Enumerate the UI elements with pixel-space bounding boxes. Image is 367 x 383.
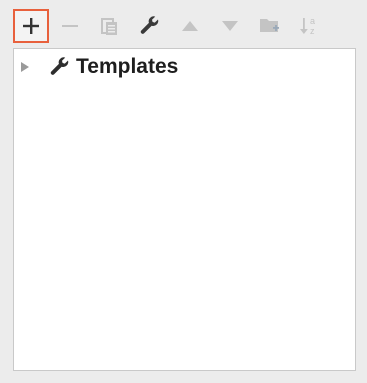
add-button[interactable]	[13, 9, 49, 43]
move-up-button[interactable]	[175, 11, 205, 41]
triangle-up-icon	[181, 19, 199, 33]
sort-button[interactable]: a z	[295, 11, 325, 41]
plus-icon	[22, 17, 40, 35]
triangle-down-icon	[221, 19, 239, 33]
wrench-icon	[139, 15, 161, 37]
templates-panel: a z Templates	[7, 4, 362, 376]
toolbar: a z	[13, 8, 358, 44]
wrench-icon	[48, 55, 72, 79]
tree-item-label: Templates	[76, 55, 179, 78]
remove-button[interactable]	[55, 11, 85, 41]
tree-item-templates[interactable]: Templates	[18, 55, 178, 79]
move-down-button[interactable]	[215, 11, 245, 41]
disclosure-triangle-icon[interactable]	[18, 55, 32, 79]
edit-button[interactable]	[135, 11, 165, 41]
copy-icon	[100, 16, 120, 36]
svg-text:z: z	[310, 26, 315, 36]
folder-add-icon	[259, 16, 281, 36]
svg-text:a: a	[310, 16, 315, 26]
add-group-button[interactable]	[255, 11, 285, 41]
copy-button[interactable]	[95, 11, 125, 41]
sort-alpha-icon: a z	[299, 15, 321, 37]
templates-tree[interactable]: Templates	[13, 48, 356, 371]
minus-icon	[61, 17, 79, 35]
